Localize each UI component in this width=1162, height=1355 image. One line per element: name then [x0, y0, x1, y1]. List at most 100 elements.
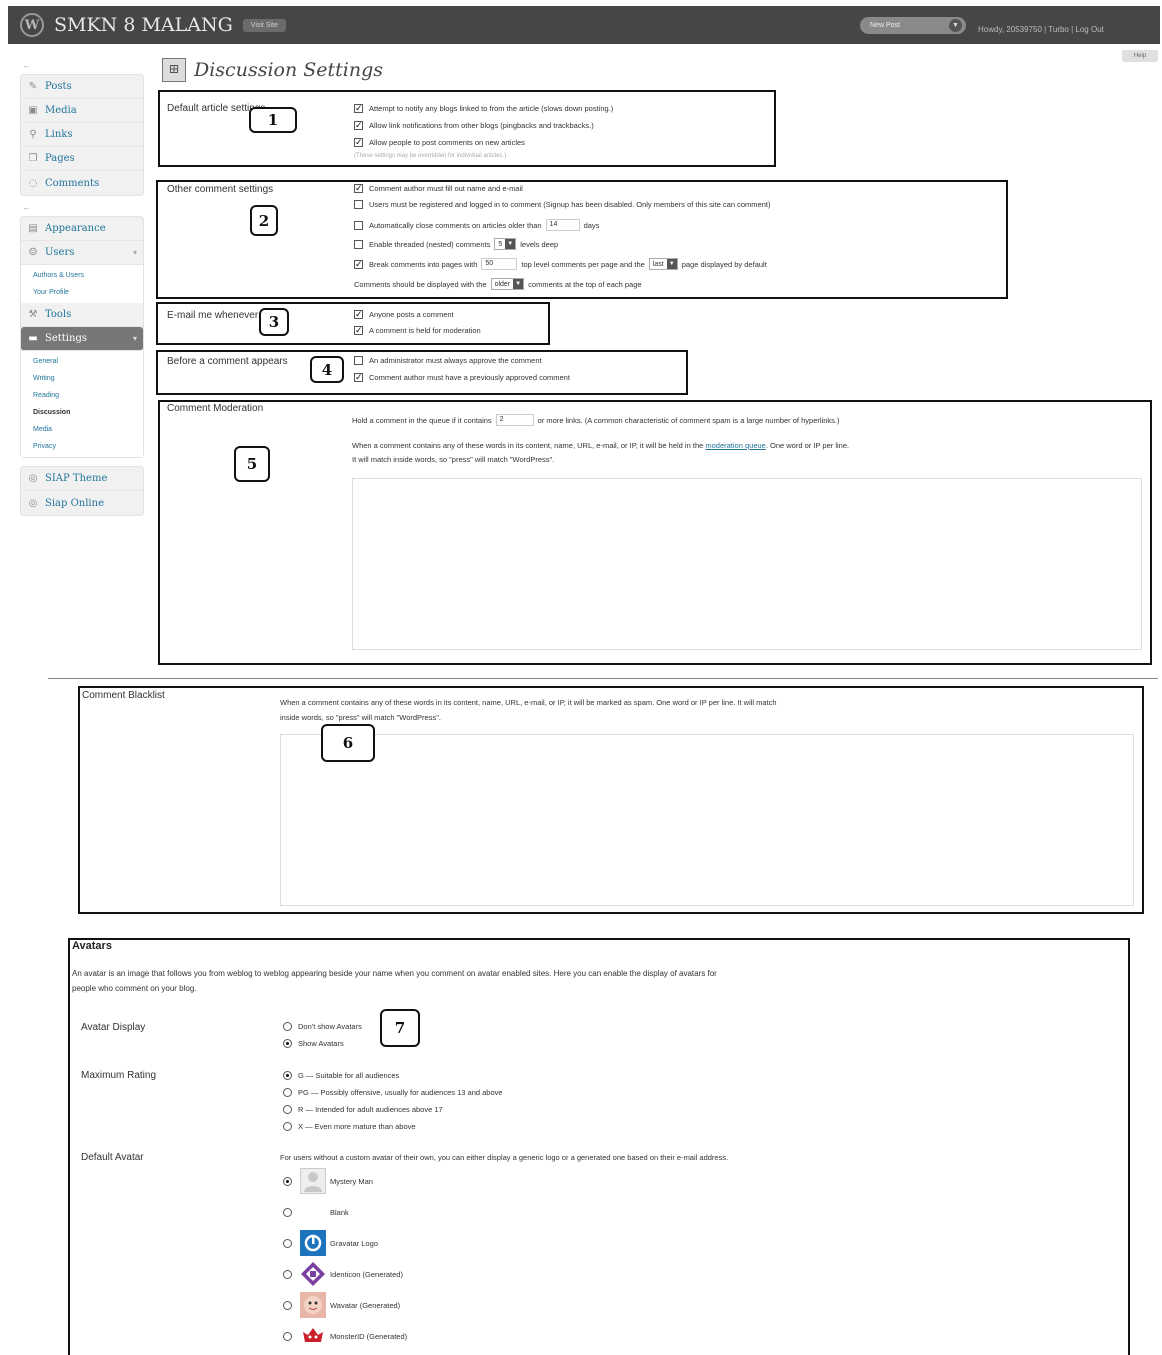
default-page-select[interactable]: last ▼	[648, 258, 678, 270]
option-require-name-email[interactable]: ✓ Comment author must fill out name and e…	[354, 184, 523, 193]
sidebar-item-users[interactable]: ☺ Users ▾	[21, 241, 143, 265]
option-require-login[interactable]: Users must be registered and logged in t…	[354, 200, 770, 209]
checkbox-checked[interactable]: ✓	[354, 104, 363, 113]
wordpress-logo-icon[interactable]: W	[20, 13, 44, 37]
moderation-queue-link[interactable]: moderation queue	[705, 441, 765, 450]
sidebar-item-links[interactable]: ⚲ Links	[21, 123, 143, 147]
option-show-avatars[interactable]: Show Avatars	[283, 1039, 344, 1048]
site-name[interactable]: SMKN 8 MALANG	[54, 14, 233, 36]
annotation-number-4: 4	[310, 356, 344, 383]
radio-unselected[interactable]	[283, 1207, 292, 1217]
radio-selected[interactable]	[283, 1039, 292, 1048]
option-avatar-monsterid[interactable]: MonsterID (Generated)	[283, 1323, 407, 1349]
gravatar-logo-icon	[300, 1230, 326, 1256]
comment-order-select[interactable]: older ▼	[490, 278, 525, 290]
sidebar-item-siap-online[interactable]: ◎ Siap Online	[21, 491, 143, 515]
option-avatar-identicon[interactable]: Identicon (Generated)	[283, 1261, 403, 1287]
option-email-moderation[interactable]: ✓ A comment is held for moderation	[354, 326, 481, 335]
option-avatar-mystery-man[interactable]: Mystery Man	[283, 1168, 373, 1194]
submenu-item-media[interactable]: Media	[33, 421, 143, 438]
checkbox-unchecked[interactable]	[354, 239, 363, 249]
checkbox-checked[interactable]: ✓	[354, 259, 363, 269]
tools-icon: ⚒	[28, 309, 38, 320]
submenu-item-privacy[interactable]: Privacy	[33, 438, 143, 455]
option-rating-r[interactable]: R — Intended for adult audiences above 1…	[283, 1105, 443, 1114]
radio-unselected[interactable]	[283, 1122, 292, 1131]
sidebar-item-tools[interactable]: ⚒ Tools	[21, 303, 143, 327]
submenu-item-authors-users[interactable]: Authors & Users	[33, 267, 143, 284]
new-post-dropdown[interactable]: New Post ▼	[860, 17, 966, 34]
option-rating-pg[interactable]: PG — Possibly offensive, usually for aud…	[283, 1088, 503, 1097]
submenu-item-writing[interactable]: Writing	[33, 370, 143, 387]
radio-unselected[interactable]	[283, 1331, 292, 1341]
identicon-icon	[300, 1261, 326, 1287]
checkbox-checked[interactable]: ✓	[354, 184, 363, 193]
blacklist-description: When a comment contains any of these wor…	[280, 698, 777, 707]
option-avatar-wavatar[interactable]: Wavatar (Generated)	[283, 1292, 400, 1318]
submenu-item-your-profile[interactable]: Your Profile	[33, 284, 143, 301]
blacklist-keys-textarea[interactable]	[280, 734, 1134, 906]
visit-site-button[interactable]: Visit Site	[242, 18, 286, 32]
monsterid-icon	[300, 1323, 326, 1349]
sidebar-item-comments[interactable]: ◌ Comments	[21, 171, 143, 195]
option-allow-comments[interactable]: ✓ Allow people to post comments on new ar…	[354, 138, 525, 147]
avatars-box	[68, 938, 1130, 1355]
option-email-new-comment[interactable]: ✓ Anyone posts a comment	[354, 310, 454, 319]
before-comment-appears-label: Before a comment appears	[167, 356, 288, 367]
sidebar-item-appearance[interactable]: ▤ Appearance	[21, 217, 143, 241]
option-notify-blogs[interactable]: ✓ Attempt to notify any blogs linked to f…	[354, 104, 613, 113]
submenu-item-general[interactable]: General	[33, 353, 143, 370]
settings-page-icon: ⊞	[162, 58, 186, 82]
radio-unselected[interactable]	[283, 1300, 292, 1310]
option-allow-pingbacks[interactable]: ✓ Allow link notifications from other blo…	[354, 121, 594, 130]
option-rating-g[interactable]: G — Suitable for all audiences	[283, 1071, 399, 1080]
moderation-keys-textarea[interactable]	[352, 478, 1142, 650]
checkbox-checked[interactable]: ✓	[354, 373, 363, 382]
checkbox-checked[interactable]: ✓	[354, 310, 363, 319]
thread-depth-select[interactable]: 5 ▼	[494, 238, 517, 250]
radio-unselected[interactable]	[283, 1105, 292, 1114]
radio-unselected[interactable]	[283, 1238, 292, 1248]
sidebar-item-pages[interactable]: ❐ Pages	[21, 147, 143, 171]
option-avatar-blank[interactable]: Blank	[283, 1199, 349, 1225]
close-days-input[interactable]: 14	[545, 219, 580, 231]
submenu-item-reading[interactable]: Reading	[33, 387, 143, 404]
option-dont-show-avatars[interactable]: Don't show Avatars	[283, 1022, 362, 1031]
option-admin-approve[interactable]: An administrator must always approve the…	[354, 356, 542, 365]
comments-per-page-input[interactable]: 50	[481, 258, 518, 270]
option-threaded-comments[interactable]: Enable threaded (nested) comments 5 ▼ level…	[354, 238, 558, 250]
checkbox-checked[interactable]: ✓	[354, 121, 363, 130]
sidebar-item-settings[interactable]: ▬ Settings ▾	[21, 327, 143, 351]
media-icon: ▣	[28, 105, 38, 116]
checkbox-unchecked[interactable]	[354, 356, 363, 365]
option-rating-x[interactable]: X — Even more mature than above	[283, 1122, 416, 1131]
chevron-down-icon: ▼	[505, 239, 516, 249]
checkbox-unchecked[interactable]	[354, 220, 363, 230]
checkbox-checked[interactable]: ✓	[354, 138, 363, 147]
sidebar-item-media[interactable]: ▣ Media	[21, 99, 143, 123]
submenu-item-discussion[interactable]: Discussion	[33, 404, 143, 421]
sidebar-item-posts[interactable]: ✎ Posts	[21, 75, 143, 99]
avatar-display-label: Avatar Display	[81, 1022, 146, 1033]
avatars-intro: An avatar is an image that follows you f…	[72, 969, 717, 993]
option-auto-close[interactable]: Automatically close comments on articles…	[354, 219, 599, 231]
moderation-links-input[interactable]: 2	[495, 414, 534, 426]
radio-unselected[interactable]	[283, 1269, 292, 1279]
admin-sidebar: – ✎ Posts ▣ Media ⚲ Links ❐ Pages ◌ Comments …	[20, 62, 144, 516]
option-paginate-comments[interactable]: ✓ Break comments into pages with 50 top lev…	[354, 258, 767, 270]
help-tab[interactable]: Help	[1122, 50, 1158, 62]
chevron-down-icon[interactable]: ▾	[133, 248, 137, 257]
checkbox-checked[interactable]: ✓	[354, 326, 363, 335]
pages-icon: ❐	[28, 153, 38, 164]
sidebar-item-siap-theme[interactable]: ◎ SIAP Theme	[21, 467, 143, 491]
option-avatar-gravatar[interactable]: Gravatar Logo	[283, 1230, 378, 1256]
checkbox-unchecked[interactable]	[354, 200, 363, 209]
radio-selected[interactable]	[283, 1176, 292, 1186]
radio-unselected[interactable]	[283, 1088, 292, 1097]
radio-unselected[interactable]	[283, 1022, 292, 1031]
user-links[interactable]: Howdy, 20539750 | Turbo | Log Out	[978, 25, 1104, 34]
chevron-down-icon[interactable]: ▾	[133, 334, 137, 343]
moderation-links-setting: Hold a comment in the queue if it contai…	[352, 414, 840, 426]
radio-selected[interactable]	[283, 1071, 292, 1080]
option-previously-approved[interactable]: ✓ Comment author must have a previously a…	[354, 373, 570, 382]
